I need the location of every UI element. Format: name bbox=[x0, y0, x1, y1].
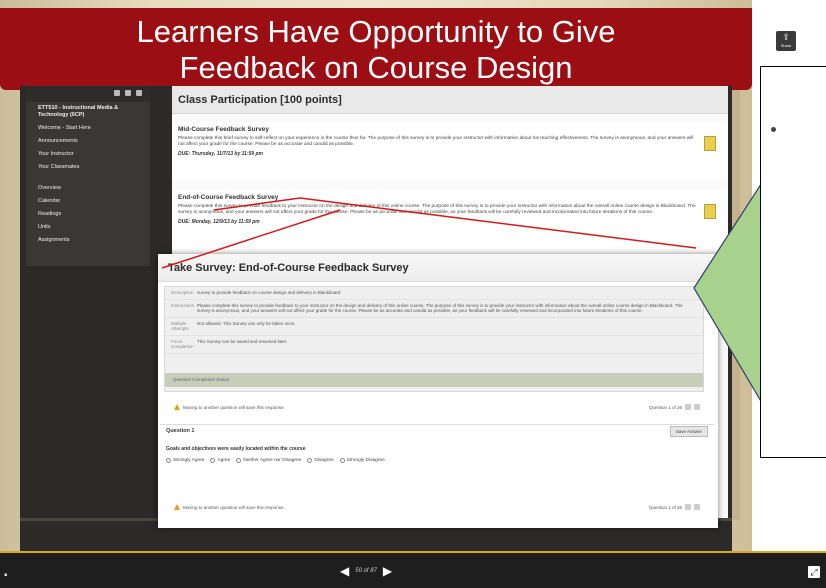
survey-info-panel: Description survey to provide feedback o… bbox=[164, 286, 704, 392]
option-label: Disagree bbox=[314, 458, 334, 463]
end-of-course-survey-due: DUE: Monday, 12/9/13 by 11:59 pm bbox=[178, 219, 260, 225]
mid-course-survey-due: DUE: Thursday, 11/7/13 by 11:59 pm bbox=[178, 151, 263, 157]
prev-question-button[interactable] bbox=[685, 404, 691, 410]
mid-course-survey: Mid-Course Feedback Survey Please comple… bbox=[172, 122, 728, 180]
menu-icon bbox=[114, 90, 120, 96]
question-count-text: Question 1 of 26 bbox=[648, 504, 682, 510]
slide-title-line-1: Learners Have Opportunity to Give bbox=[136, 14, 616, 49]
mid-course-survey-description: Please complete this brief survey to sel… bbox=[178, 136, 694, 147]
sidebar-item-course: ETT510 - Instructional Media & Technolog… bbox=[38, 105, 119, 118]
end-of-course-survey-description: Please complete this survey to provide f… bbox=[178, 204, 696, 215]
info-value: survey to provide feedback on course des… bbox=[197, 290, 341, 295]
option-label: Agree bbox=[217, 458, 231, 463]
slide: Learners Have Opportunity to Give Feedba… bbox=[0, 0, 752, 560]
warning-icon bbox=[174, 404, 180, 410]
menu-toggle-icon[interactable]: ▪ bbox=[4, 570, 8, 581]
refresh-icon bbox=[136, 90, 142, 96]
info-row-force-completion: Force Completion This Survey can be save… bbox=[165, 336, 703, 354]
question-heading: Question 1 bbox=[160, 424, 714, 437]
warning-text: Moving to another question will save thi… bbox=[183, 404, 285, 410]
sidebar-item-assignments: Assignments bbox=[38, 237, 70, 243]
info-row-multiple-attempts: Multiple Attempts Not allowed. This Surv… bbox=[165, 318, 703, 336]
option-strongly-agree[interactable]: Strongly Agree bbox=[166, 458, 204, 463]
next-slide-button[interactable]: ▶ bbox=[383, 564, 392, 578]
option-strongly-disagree[interactable]: Strongly Disagree bbox=[339, 458, 385, 463]
radio-icon[interactable] bbox=[339, 458, 345, 463]
next-question-button[interactable] bbox=[694, 504, 700, 510]
slide-counter: 50 of 87 bbox=[355, 568, 377, 574]
content-header: Class Participation [100 points] bbox=[172, 86, 728, 114]
save-warning-top: Moving to another question will save thi… bbox=[174, 404, 285, 410]
prev-question-button[interactable] bbox=[685, 504, 691, 510]
sidebar-item-classmates: Your Classmates bbox=[38, 164, 80, 170]
warning-icon bbox=[174, 504, 180, 510]
question-text: Goals and objectives were easily located… bbox=[166, 446, 306, 452]
sidebar-item-units: Units bbox=[38, 224, 51, 230]
info-key: Multiple Attempts bbox=[171, 320, 189, 332]
previous-slide-button[interactable]: ◀ bbox=[340, 564, 349, 578]
sidebar-item-readings: Readings bbox=[38, 211, 62, 217]
warning-text: Moving to another question will save thi… bbox=[183, 504, 285, 510]
sidebar-toolbar bbox=[26, 86, 150, 102]
info-row-instructions: Instructions Please complete this survey… bbox=[165, 300, 703, 318]
end-of-course-survey-title: End-of-Course Feedback Survey bbox=[178, 194, 279, 201]
radio-icon[interactable] bbox=[307, 458, 313, 463]
end-of-course-survey: End-of-Course Feedback Survey Please com… bbox=[172, 190, 728, 254]
survey-document-icon bbox=[704, 204, 716, 219]
sidebar-item-welcome: Welcome - Start Here bbox=[38, 125, 91, 131]
player-controls: ▪ ◀ 50 of 87 ▶ ⤢ bbox=[0, 551, 826, 588]
take-survey-dialog: Take Survey: End-of-Course Feedback Surv… bbox=[158, 254, 718, 528]
fullscreen-icon[interactable]: ⤢ bbox=[808, 566, 820, 578]
info-value: Not allowed. This Survey can only be tak… bbox=[197, 320, 296, 326]
answer-options: Strongly Agree Agree Neither Agree nor D… bbox=[166, 458, 385, 463]
share-icon: ⇪ bbox=[782, 32, 790, 42]
info-value: Please complete this survey to provide f… bbox=[197, 302, 683, 314]
sidebar-item-instructor: Your Instructor bbox=[38, 151, 74, 157]
option-agree[interactable]: Agree bbox=[210, 458, 230, 463]
info-value: This Survey can be saved and resumed lat… bbox=[197, 338, 288, 344]
sidebar-item-announcements: Announcements bbox=[38, 138, 78, 144]
option-neither[interactable]: Neither Agree nor Disagree bbox=[236, 458, 301, 463]
slide-title-line-2: Feedback on Course Design bbox=[179, 50, 573, 85]
option-label: Strongly Disagree bbox=[346, 458, 385, 463]
option-label: Strongly Agree bbox=[173, 458, 205, 463]
course-sidebar: ETT510 - Instructional Media & Technolog… bbox=[26, 86, 150, 266]
mid-course-survey-title: Mid-Course Feedback Survey bbox=[178, 126, 270, 133]
question-counter-bottom: Question 1 of 26 bbox=[649, 504, 700, 510]
slide-navigation: ◀ 50 of 87 ▶ bbox=[340, 564, 392, 578]
take-survey-title: Take Survey: End-of-Course Feedback Surv… bbox=[158, 254, 718, 282]
info-key: Instructions bbox=[171, 302, 195, 308]
next-question-button[interactable] bbox=[694, 404, 700, 410]
info-key: Description bbox=[171, 290, 194, 295]
bullet-icon bbox=[771, 127, 776, 132]
radio-icon[interactable] bbox=[236, 458, 242, 463]
share-button[interactable]: ⇪ Share bbox=[776, 31, 796, 51]
save-answer-button[interactable]: Save Answer bbox=[669, 426, 708, 437]
info-row-description: Description survey to provide feedback o… bbox=[165, 287, 703, 300]
radio-icon[interactable] bbox=[166, 458, 171, 463]
notes-box bbox=[760, 66, 826, 458]
radio-icon[interactable] bbox=[210, 458, 216, 463]
presentation-viewer: Learners Have Opportunity to Give Feedba… bbox=[0, 0, 826, 588]
question-count-text: Question 1 of 26 bbox=[648, 404, 682, 410]
option-label: Neither Agree nor Disagree bbox=[243, 458, 302, 463]
info-key: Force Completion bbox=[171, 338, 194, 350]
survey-document-icon bbox=[704, 136, 716, 151]
share-label: Share bbox=[780, 43, 792, 48]
sidebar-item-calendar: Calendar bbox=[38, 198, 61, 204]
option-disagree[interactable]: Disagree bbox=[307, 458, 334, 463]
completion-status-bar[interactable]: Question Completion Status: bbox=[165, 373, 703, 387]
folder-icon bbox=[125, 90, 131, 96]
question-counter-top: Question 1 of 26 bbox=[649, 404, 700, 410]
slide-title-banner: Learners Have Opportunity to Give Feedba… bbox=[0, 8, 752, 90]
sidebar-item-overview: Overview bbox=[38, 185, 61, 191]
save-warning-bottom: Moving to another question will save thi… bbox=[174, 504, 285, 510]
